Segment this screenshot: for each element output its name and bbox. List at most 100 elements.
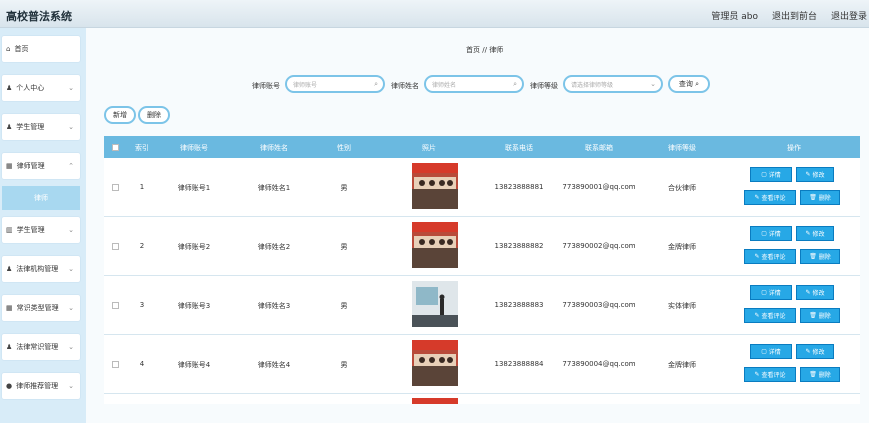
cell-phone: 13823888884 xyxy=(494,360,544,368)
view-comments-button[interactable]: ✎ 查看评论 xyxy=(744,367,796,382)
add-button[interactable]: 新增 xyxy=(104,106,136,124)
col-photo: 照片 xyxy=(422,144,436,152)
view-comments-button[interactable]: ✎ 查看评论 xyxy=(744,308,796,323)
col-actions: 操作 xyxy=(787,144,801,152)
sidebar-item-lawyer-recommend[interactable]: ● 律师推荐管理 ⌄ xyxy=(2,373,80,399)
delete-button[interactable]: 🗑 删除 xyxy=(800,308,840,323)
col-level: 律师等级 xyxy=(668,144,696,152)
sidebar-item-label: 律师推荐管理 xyxy=(16,382,59,390)
user-icon: ♟ xyxy=(6,265,13,273)
col-email: 联系邮箱 xyxy=(585,144,613,152)
view-comments-button[interactable]: ✎ 查看评论 xyxy=(744,249,796,264)
table-row: 3 律师账号3 律师姓名3 男 13823888883 773890003@qq… xyxy=(104,276,860,335)
chevron-down-icon: ⌄ xyxy=(68,265,74,273)
detail-icon: ▢ xyxy=(761,230,769,237)
lawyer-photo xyxy=(412,222,458,268)
chevron-up-icon: ⌃ xyxy=(68,162,74,170)
search-icon: ⌕ xyxy=(374,79,378,88)
sidebar-item-legal-knowledge[interactable]: ♟ 法律常识管理 ⌄ xyxy=(2,334,80,360)
cell-account: 律师账号3 xyxy=(177,302,211,310)
search-icon: ⌕ xyxy=(513,79,517,88)
detail-icon: ▢ xyxy=(761,289,769,296)
edit-button[interactable]: ✎ 修改 xyxy=(796,167,834,182)
chat-icon: ● xyxy=(6,382,13,390)
view-comments-button[interactable]: ✎ 查看评论 xyxy=(744,190,796,205)
chevron-down-icon: ⌄ xyxy=(68,304,74,312)
logout-link[interactable]: 退出登录 xyxy=(831,9,867,22)
breadcrumb-current: 律师 xyxy=(489,46,504,54)
cell-index: 4 xyxy=(139,360,145,368)
query-button[interactable]: 查询 ⌕ xyxy=(668,75,710,93)
edit-button[interactable]: ✎ 修改 xyxy=(796,226,834,241)
table-row xyxy=(104,394,860,404)
account-input[interactable]: 律师账号 ⌕ xyxy=(285,75,385,93)
sidebar-item-label: 首页 xyxy=(14,45,29,53)
cell-gender: 男 xyxy=(340,184,348,192)
chevron-down-icon: ⌄ xyxy=(68,123,74,131)
breadcrumb-home[interactable]: 首页 xyxy=(466,46,480,54)
row-checkbox[interactable] xyxy=(112,302,119,309)
lawyer-photo xyxy=(412,340,458,386)
cell-level: 合伙律师 xyxy=(668,184,696,192)
cell-phone: 13823888883 xyxy=(494,301,544,309)
delete-button[interactable]: 🗑 删除 xyxy=(800,190,840,205)
sidebar-item-students[interactable]: ♟ 学生管理 ⌄ xyxy=(2,114,80,140)
sidebar-item-knowledge-types[interactable]: ▦ 常识类型管理 ⌄ xyxy=(2,295,80,321)
level-select[interactable]: 请选择律师等级 ⌄ xyxy=(563,75,663,93)
trash-icon: 🗑 xyxy=(809,371,819,378)
edit-icon: ✎ xyxy=(805,289,813,296)
name-input[interactable]: 律师姓名 ⌕ xyxy=(424,75,524,93)
sidebar-subitem-lawyer[interactable]: 律师 xyxy=(2,186,80,210)
sidebar-item-home[interactable]: ⌂ 首页 xyxy=(2,36,80,62)
row-checkbox[interactable] xyxy=(112,243,119,250)
cell-index: 3 xyxy=(139,301,145,309)
app-title: 高校普法系统 xyxy=(6,10,72,23)
cell-email: 773890001@qq.com xyxy=(562,183,636,191)
user-icon: ♟ xyxy=(6,123,13,131)
detail-button[interactable]: ▢ 详情 xyxy=(750,226,792,241)
detail-button[interactable]: ▢ 详情 xyxy=(750,285,792,300)
detail-button[interactable]: ▢ 详情 xyxy=(750,167,792,182)
row-checkbox[interactable] xyxy=(112,361,119,368)
cell-index: 2 xyxy=(139,242,145,250)
cell-level: 金牌律师 xyxy=(668,361,696,369)
sidebar-item-profile[interactable]: ♟ 个人中心 ⌄ xyxy=(2,75,80,101)
batch-delete-button[interactable]: 删除 xyxy=(138,106,170,124)
sidebar-item-label: 学生管理 xyxy=(16,123,45,131)
sidebar-item-label: 法律常识管理 xyxy=(16,343,59,351)
sidebar-item-label: 律师管理 xyxy=(16,162,45,170)
col-phone: 联系电话 xyxy=(505,144,533,152)
cell-gender: 男 xyxy=(340,361,348,369)
detail-icon: ▢ xyxy=(761,171,769,178)
cell-email: 773890003@qq.com xyxy=(562,301,636,309)
cell-phone: 13823888881 xyxy=(494,183,544,191)
breadcrumb-sep: // xyxy=(482,46,487,54)
home-icon: ⌂ xyxy=(6,45,11,53)
cell-gender: 男 xyxy=(340,302,348,310)
sidebar-item-lawyers[interactable]: ▦ 律师管理 ⌃ xyxy=(2,153,80,179)
delete-button[interactable]: 🗑 删除 xyxy=(800,249,840,264)
row-checkbox[interactable] xyxy=(112,184,119,191)
sidebar-item-legal-orgs[interactable]: ♟ 法律机构管理 ⌄ xyxy=(2,256,80,282)
edit-button[interactable]: ✎ 修改 xyxy=(796,344,834,359)
exit-front-link[interactable]: 退出到前台 xyxy=(772,9,817,22)
select-all-checkbox[interactable] xyxy=(112,144,119,151)
sidebar-item-label: 法律机构管理 xyxy=(16,265,59,273)
cell-account: 律师账号4 xyxy=(177,361,211,369)
col-name: 律师姓名 xyxy=(260,144,288,152)
detail-button[interactable]: ▢ 详情 xyxy=(750,344,792,359)
cell-name: 律师姓名1 xyxy=(257,184,291,192)
edit-icon: ✎ xyxy=(754,312,762,319)
edit-icon: ✎ xyxy=(754,194,762,201)
detail-icon: ▢ xyxy=(761,348,769,355)
sidebar-item-students-2[interactable]: ▥ 学生管理 ⌄ xyxy=(2,217,80,243)
trash-icon: 🗑 xyxy=(809,253,819,260)
grid-icon: ▦ xyxy=(6,162,13,170)
cell-name: 律师姓名3 xyxy=(257,302,291,310)
delete-button[interactable]: 🗑 删除 xyxy=(800,367,840,382)
edit-button[interactable]: ✎ 修改 xyxy=(796,285,834,300)
col-gender: 性别 xyxy=(337,144,351,152)
main-content: 首页 // 律师 律师账号 律师账号 ⌕ 律师姓名 律师姓名 ⌕ 律师等级 请选… xyxy=(86,28,869,423)
lawyer-photo xyxy=(412,398,458,404)
table-row: 4 律师账号4 律师姓名4 男 13823888884 773890004@qq… xyxy=(104,335,860,394)
